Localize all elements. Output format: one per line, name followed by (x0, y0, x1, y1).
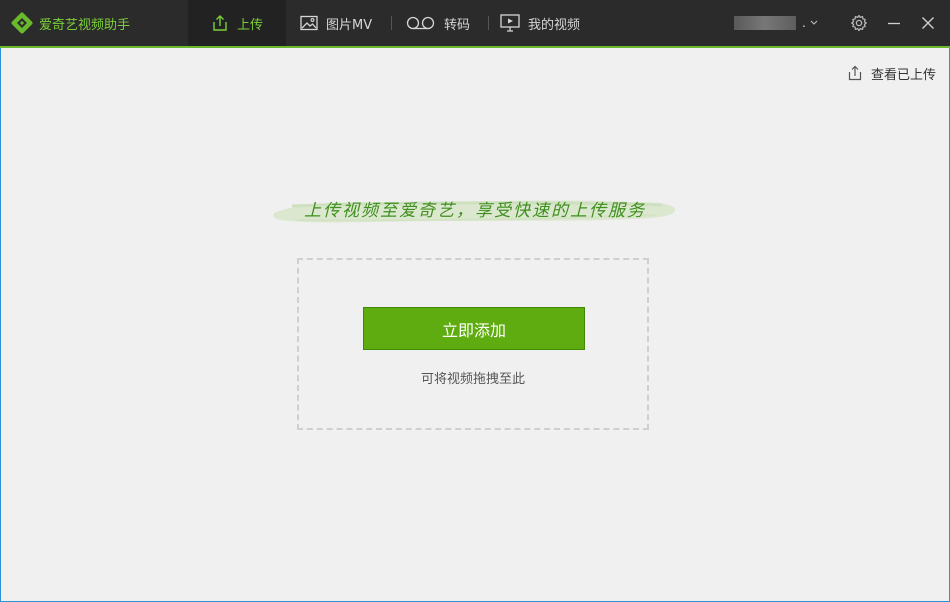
account-name-blurred (734, 16, 796, 30)
tab-divider (488, 16, 489, 30)
minimize-button[interactable] (883, 12, 905, 34)
slogan-text: 上传视频至爱奇艺，享受快速的上传服务 (304, 201, 646, 221)
upload-icon (848, 65, 862, 81)
tab-image-mv-label: 图片MV (326, 17, 373, 33)
tab-image-mv[interactable]: 图片MV (300, 0, 372, 46)
brand: 爱奇艺视频助手 (10, 12, 130, 34)
title-bar: 爱奇艺视频助手 上传 图片MV 转码 我的视频 . (0, 0, 950, 46)
gear-icon (851, 14, 867, 32)
tab-my-videos-label: 我的视频 (528, 17, 581, 33)
close-icon (922, 17, 934, 29)
tab-transcode[interactable]: 转码 (406, 0, 470, 46)
view-uploaded-label: 查看已上传 (870, 67, 936, 83)
tab-divider (391, 16, 392, 30)
add-now-button[interactable]: 立即添加 (363, 307, 585, 350)
tab-upload[interactable]: 上传 (188, 0, 286, 46)
tab-transcode-label: 转码 (444, 17, 471, 33)
account-suffix: . (802, 16, 806, 30)
minimize-icon (888, 22, 900, 25)
tab-my-videos[interactable]: 我的视频 (500, 0, 580, 46)
view-uploaded-link[interactable]: 查看已上传 (847, 64, 936, 83)
image-icon (300, 15, 318, 31)
titlebar-accent-line (0, 46, 950, 48)
chevron-down-icon (810, 20, 818, 25)
slogan-banner: 上传视频至爱奇艺，享受快速的上传服务 (272, 190, 678, 228)
tab-upload-label: 上传 (236, 17, 263, 33)
screen-icon (500, 14, 520, 32)
drag-hint-text: 可将视频拖拽至此 (420, 372, 525, 387)
account-menu[interactable]: . (734, 15, 818, 31)
upload-icon (213, 15, 227, 31)
app-name: 爱奇艺视频助手 (39, 17, 131, 33)
iqiyi-logo-icon (11, 12, 33, 34)
close-button[interactable] (917, 12, 939, 34)
transcode-icon (406, 16, 435, 30)
settings-button[interactable] (848, 12, 870, 34)
